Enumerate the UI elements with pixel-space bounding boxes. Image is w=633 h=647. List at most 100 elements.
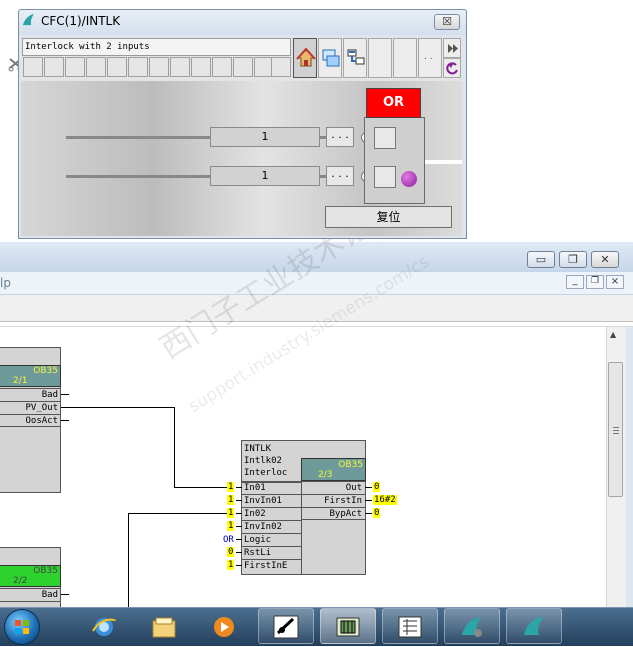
- hw-config-icon[interactable]: [382, 608, 438, 644]
- start-orb[interactable]: [4, 609, 40, 645]
- minimize-button[interactable]: ▭: [527, 251, 555, 268]
- value-firstine: 1: [227, 560, 235, 570]
- status-cell: [44, 57, 64, 77]
- block-comment: Interloc: [244, 468, 288, 478]
- or-gate-label: OR: [366, 88, 421, 118]
- mdi-restore-button[interactable]: ❐: [586, 275, 604, 289]
- input-line-2: [66, 175, 210, 178]
- fast-forward-icon: [448, 44, 458, 53]
- pin-in02[interactable]: In02: [242, 507, 301, 520]
- network-icon: [347, 49, 365, 65]
- reset-button[interactable]: 复位: [325, 206, 452, 228]
- status-cell: [86, 57, 106, 77]
- faceplate-button[interactable]: [393, 38, 417, 78]
- pin-rstli[interactable]: RstLi: [242, 546, 301, 559]
- pin-firstine[interactable]: FirstInE: [242, 559, 301, 574]
- status-cell: [212, 57, 232, 77]
- home-icon: [296, 48, 316, 67]
- pin-bad[interactable]: Bad: [0, 588, 61, 601]
- bypass-checkbox-2[interactable]: [374, 166, 396, 188]
- input-value-1[interactable]: 1: [210, 127, 320, 147]
- mdi-close-button[interactable]: ×: [606, 275, 624, 289]
- pin-logic[interactable]: Logic: [242, 533, 301, 546]
- status-cell: [271, 57, 291, 77]
- network-button[interactable]: [343, 38, 367, 78]
- scrollbar-thumb[interactable]: [608, 362, 623, 497]
- pin-bad[interactable]: Bad: [0, 388, 61, 401]
- status-cell: [191, 57, 211, 77]
- back-button[interactable]: [443, 58, 461, 78]
- ie-icon[interactable]: [76, 608, 132, 644]
- wincc-logo-icon: [22, 13, 35, 26]
- value-bypact: 0: [373, 508, 381, 518]
- explorer-icon[interactable]: [136, 608, 192, 644]
- pin-invin02[interactable]: InvIn02: [242, 520, 301, 533]
- intlk-runtime-header: OB35 2/3: [301, 458, 366, 481]
- value-in02: 1: [227, 508, 235, 518]
- window-border: [626, 327, 633, 607]
- media-player-icon[interactable]: [196, 608, 252, 644]
- pin-out[interactable]: Out: [302, 481, 365, 494]
- simatic-manager-icon[interactable]: [258, 608, 314, 644]
- restore-button[interactable]: ❐: [559, 251, 587, 268]
- pin-stub: [61, 394, 69, 395]
- pin-pv-out[interactable]: PV_Out: [0, 401, 61, 414]
- minimize-icon: ▭: [535, 253, 547, 266]
- status-cell: [107, 57, 127, 77]
- pin-firstin[interactable]: FirstIn: [302, 494, 365, 507]
- close-icon: ☒: [442, 15, 452, 28]
- forward-button[interactable]: [443, 38, 461, 58]
- block-name: Intlk02: [244, 456, 282, 466]
- wire-pvout-in01[interactable]: [61, 407, 174, 408]
- value-rstli: 0: [227, 547, 235, 557]
- pin-bypact[interactable]: BypAct: [302, 507, 365, 520]
- wire-pvout-in01[interactable]: [174, 487, 229, 488]
- pin-stub: [61, 420, 69, 421]
- mdi-minimize-icon: _: [572, 275, 578, 286]
- status-cell: [149, 57, 169, 77]
- back-icon: [446, 62, 458, 75]
- faceplate-button[interactable]: [368, 38, 392, 78]
- overview-button[interactable]: [293, 38, 317, 78]
- wire-in02[interactable]: [128, 513, 129, 607]
- faceplate-title: CFC(1)/INTLK: [41, 14, 121, 28]
- faceplate-close-button[interactable]: ☒: [434, 14, 460, 30]
- wire-pvout-in01[interactable]: [174, 407, 175, 487]
- value-invin01: 1: [227, 495, 235, 505]
- input-line-1: [66, 136, 210, 139]
- task-label: OB35: [338, 460, 363, 470]
- trend-button[interactable]: [318, 38, 342, 78]
- status-dot-icon: [401, 171, 417, 187]
- menu-help[interactable]: lp: [0, 276, 11, 290]
- wincc-icon[interactable]: [444, 608, 500, 644]
- trend-icon: [322, 49, 340, 67]
- mdi-close-icon: ×: [610, 276, 620, 287]
- mdi-minimize-button[interactable]: _: [566, 275, 584, 289]
- left-block-bottom-header: OB35 2/2: [0, 565, 61, 587]
- pin-oosact[interactable]: OosAct: [0, 414, 61, 427]
- bypass-checkbox-1[interactable]: [374, 127, 396, 149]
- sequence-label: 2/3: [318, 470, 333, 480]
- pin-invin01[interactable]: InvIn01: [242, 494, 301, 507]
- close-icon: ✕: [600, 253, 610, 266]
- faceplate-more-button[interactable]: . .: [418, 38, 442, 78]
- wire-in02[interactable]: [128, 513, 229, 514]
- scroll-up-icon[interactable]: ▲: [610, 330, 616, 339]
- value-in01: 1: [227, 482, 235, 492]
- value-invin02: 1: [227, 521, 235, 531]
- output-line: [425, 160, 462, 164]
- close-button[interactable]: ✕: [591, 251, 619, 268]
- task-label: OB35: [33, 566, 58, 576]
- status-cell: [128, 57, 148, 77]
- status-cell: [170, 57, 190, 77]
- value-out: 0: [373, 482, 381, 492]
- cfc-icon[interactable]: [320, 608, 376, 644]
- value-firstin: 16#2: [373, 495, 397, 505]
- pcs7-icon[interactable]: [506, 608, 562, 644]
- mdi-restore-icon: ❐: [590, 276, 600, 286]
- input-details-button-1[interactable]: . . .: [326, 127, 354, 147]
- input-value-2[interactable]: 1: [210, 166, 320, 186]
- block-comment-field: Interlock with 2 inputs: [22, 38, 291, 56]
- input-details-button-2[interactable]: . . .: [326, 166, 354, 186]
- intlk-header-text: INTLK Intlk02 Interloc: [244, 443, 287, 479]
